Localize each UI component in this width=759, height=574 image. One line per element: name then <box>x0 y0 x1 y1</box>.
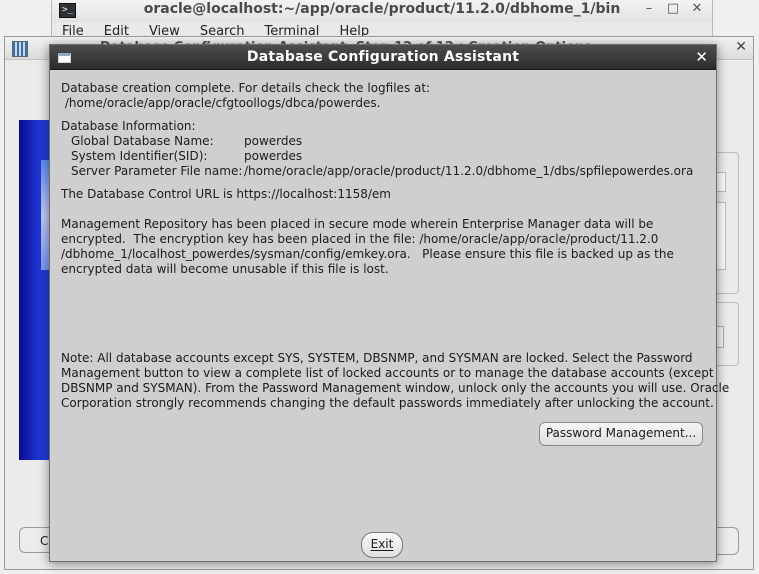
password-note: Note: All database accounts except SYS, … <box>61 351 730 411</box>
completion-text: Database creation complete. For details … <box>61 81 431 95</box>
info-row: Server Parameter File name: /home/oracle… <box>61 164 711 179</box>
close-icon[interactable]: ✕ <box>695 48 708 66</box>
repository-line: Management Repository has been placed in… <box>61 217 654 231</box>
dialog-titlebar[interactable]: Database Configuration Assistant ✕ <box>50 45 716 70</box>
background-left-button[interactable]: C <box>19 527 51 553</box>
info-heading: Database Information: <box>61 119 196 133</box>
terminal-title: oracle@localhost:~/app/oracle/product/11… <box>143 1 621 17</box>
note-line: Corporation strongly recommends changing… <box>61 396 714 410</box>
repository-line: /dbhome_1/localhost_powerdes/sysman/conf… <box>61 247 674 261</box>
repository-line: encrypted data will become unusable if t… <box>61 262 389 276</box>
info-value: powerdes <box>244 149 303 163</box>
info-key: Server Parameter File name: <box>71 164 243 178</box>
dbca-app-icon <box>12 41 28 57</box>
info-key: Global Database Name: <box>71 134 214 148</box>
log-path: /home/oracle/app/oracle/cfgtoollogs/dbca… <box>61 96 381 110</box>
exit-button-label: Exit <box>370 537 394 551</box>
minimize-icon[interactable]: – <box>640 1 658 16</box>
info-value: /home/oracle/app/oracle/product/11.2.0/d… <box>244 164 694 178</box>
terminal-titlebar[interactable]: >_ oracle@localhost:~/app/oracle/product… <box>52 0 712 22</box>
info-value: powerdes <box>244 134 303 148</box>
info-row: System Identifier(SID): powerdes <box>61 149 711 164</box>
dialog-message: Database creation complete. For details … <box>61 81 711 277</box>
info-key: System Identifier(SID): <box>71 149 208 163</box>
completion-dialog: Database Configuration Assistant ✕ Datab… <box>49 44 730 562</box>
wizard-side-image <box>19 120 51 460</box>
control-url-text: The Database Control URL is https://loca… <box>61 187 391 201</box>
close-icon[interactable]: ✕ <box>735 39 747 55</box>
note-line: Management button to view a complete lis… <box>61 366 714 380</box>
dialog-title: Database Configuration Assistant <box>246 49 520 65</box>
close-icon[interactable]: ✕ <box>688 1 706 16</box>
note-line: Note: All database accounts except SYS, … <box>61 351 693 365</box>
info-row: Global Database Name: powerdes <box>61 134 711 149</box>
repository-line: encrypted. The encryption key has been p… <box>61 232 659 246</box>
maximize-icon[interactable]: □ <box>664 1 682 16</box>
password-management-button[interactable]: Password Management... <box>539 422 703 446</box>
exit-button[interactable]: Exit <box>361 532 403 558</box>
note-line: DBSNMP and SYSMAN). From the Password Ma… <box>61 381 730 395</box>
